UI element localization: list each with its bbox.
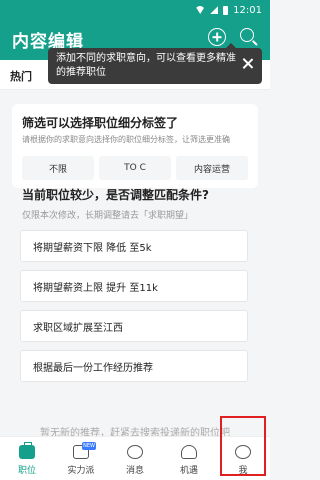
- adjust-card-title: 当前职位较少，是否调整匹配条件?: [22, 188, 209, 202]
- nav-item-jobs[interactable]: 职位: [0, 441, 54, 479]
- adjust-option[interactable]: 将期望薪资上限 提升 至11k: [20, 270, 248, 302]
- close-icon[interactable]: [242, 57, 254, 69]
- intention-tooltip: 添加不同的求职意向，可以查看更多精准的推荐职位: [48, 43, 262, 84]
- tag-card-title: 筛选可以选择职位细分标签了: [22, 116, 179, 130]
- search-icon[interactable]: [240, 28, 254, 42]
- adjust-card-subtitle: 仅限本次修改，长期调整请去「求职期望」: [22, 211, 194, 221]
- tooltip-text: 添加不同的求职意向，可以查看更多精准的推荐职位: [56, 53, 236, 78]
- wifi-icon: [195, 6, 206, 14]
- briefcase-icon: [19, 442, 35, 459]
- add-intention-icon[interactable]: [208, 28, 226, 46]
- nav-item-strength[interactable]: NEW 实力派: [54, 441, 108, 479]
- nav-item-messages[interactable]: 消息: [108, 441, 162, 479]
- nav-label: 实力派: [67, 466, 95, 476]
- tag-card-subtitle: 请根据你的求职意向选择你的职位细分标签，让筛选更准确: [22, 135, 230, 144]
- adjust-conditions-card: 当前职位较少，是否调整匹配条件? 仅限本次修改，长期调整请去「求职期望」 将期望…: [12, 172, 258, 410]
- signal-icon: [210, 6, 219, 14]
- nav-label: 机遇: [179, 466, 198, 476]
- status-time: 12:01: [233, 4, 262, 16]
- adjust-option[interactable]: 将期望薪资下限 降低 至5k: [20, 230, 248, 262]
- status-bar: 12:01: [0, 0, 270, 20]
- battery-icon: [223, 5, 229, 15]
- nav-item-opportunities[interactable]: 机遇: [162, 441, 216, 479]
- adjust-option[interactable]: 根据最后一份工作经历推荐: [20, 350, 248, 382]
- adjust-option[interactable]: 求职区域扩展至江西: [20, 310, 248, 342]
- new-badge: NEW: [82, 442, 96, 450]
- lightbulb-icon: [181, 445, 197, 459]
- tab-hot[interactable]: 热门: [10, 68, 32, 84]
- nav-label: 职位: [17, 466, 36, 476]
- nav-label: 消息: [125, 466, 144, 476]
- message-bubble-icon: [127, 445, 143, 459]
- highlight-box: [220, 416, 266, 476]
